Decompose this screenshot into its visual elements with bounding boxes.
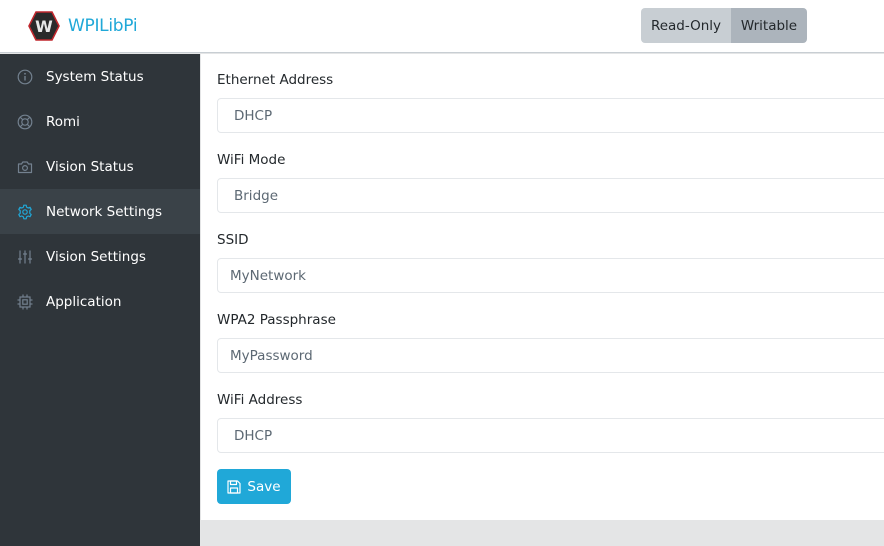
- sidebar-item-network-settings[interactable]: Network Settings: [0, 189, 200, 234]
- sidebar-item-label: Application: [46, 293, 122, 310]
- ethernet-address-select[interactable]: DHCP: [217, 98, 884, 133]
- save-icon: [227, 479, 242, 494]
- sidebar-item-vision-settings[interactable]: Vision Settings: [0, 234, 200, 279]
- sidebar: System Status Romi Vision Status Network…: [0, 54, 200, 546]
- top-header: W WPILibPi Read-Only Writable: [0, 0, 884, 53]
- camera-icon: [16, 158, 34, 176]
- wifi-mode-label: WiFi Mode: [217, 152, 286, 168]
- sidebar-item-label: Vision Settings: [46, 248, 146, 265]
- ssid-label: SSID: [217, 232, 249, 248]
- wifi-address-select[interactable]: DHCP: [217, 418, 884, 453]
- lifebuoy-icon: [16, 113, 34, 131]
- sliders-icon: [16, 248, 34, 266]
- gear-icon: [16, 203, 34, 221]
- ethernet-address-label: Ethernet Address: [217, 72, 334, 88]
- save-label: Save: [247, 478, 281, 495]
- network-settings-form: Ethernet Address DHCP WiFi Mode Bridge S…: [201, 54, 884, 520]
- sidebar-item-application[interactable]: Application: [0, 279, 200, 324]
- wpa2-passphrase-label: WPA2 Passphrase: [217, 312, 336, 328]
- wifi-address-label: WiFi Address: [217, 392, 303, 408]
- sidebar-item-romi[interactable]: Romi: [0, 99, 200, 144]
- chip-icon: [16, 293, 34, 311]
- read-only-button[interactable]: Read-Only: [641, 8, 731, 43]
- wpa2-passphrase-input[interactable]: MyPassword: [217, 338, 884, 373]
- brand[interactable]: W WPILibPi: [28, 10, 138, 42]
- save-button[interactable]: Save: [217, 469, 291, 504]
- wifi-mode-select[interactable]: Bridge: [217, 178, 884, 213]
- ssid-input[interactable]: MyNetwork: [217, 258, 884, 293]
- wpilib-logo-icon: W: [28, 11, 60, 41]
- mode-toggle: Read-Only Writable: [641, 8, 807, 43]
- writable-button[interactable]: Writable: [731, 8, 807, 43]
- sidebar-item-vision-status[interactable]: Vision Status: [0, 144, 200, 189]
- sidebar-item-label: System Status: [46, 68, 144, 85]
- app-title: WPILibPi: [68, 16, 138, 36]
- sidebar-item-system-status[interactable]: System Status: [0, 54, 200, 99]
- svg-text:W: W: [35, 17, 53, 36]
- sidebar-item-label: Romi: [46, 113, 80, 130]
- sidebar-item-label: Vision Status: [46, 158, 134, 175]
- info-icon: [16, 68, 34, 86]
- sidebar-item-label: Network Settings: [46, 203, 163, 220]
